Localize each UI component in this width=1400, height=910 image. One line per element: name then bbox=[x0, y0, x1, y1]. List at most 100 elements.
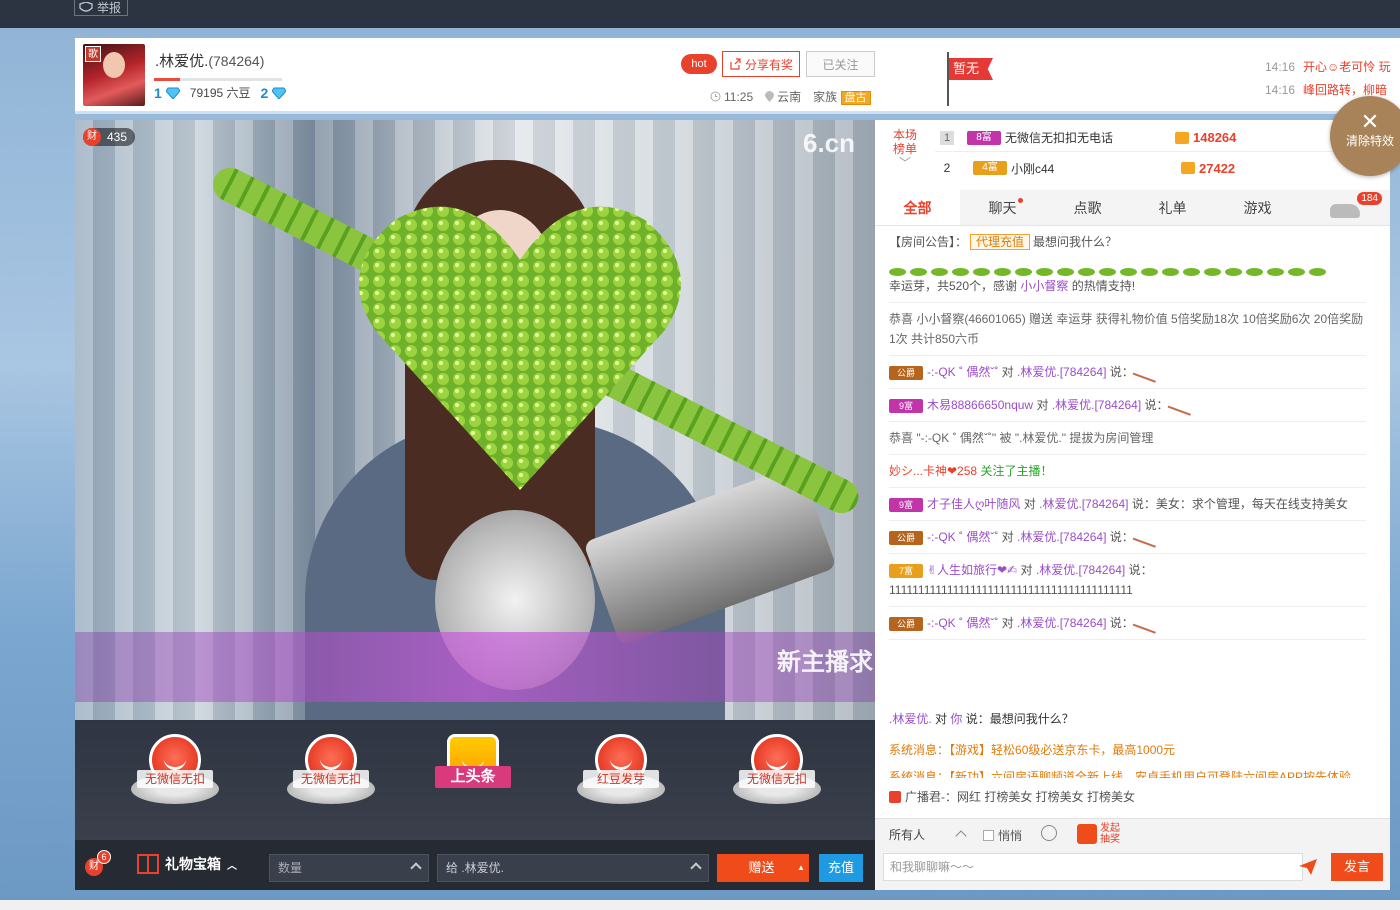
wealth-badge: 8富 bbox=[967, 130, 1001, 145]
chat-user[interactable]: 才子佳人ღ叶随风 bbox=[927, 497, 1020, 511]
rank-score: 148264 bbox=[1175, 130, 1236, 145]
gift-label: 无微信无扣 bbox=[137, 770, 213, 788]
chat-to: 对 bbox=[1036, 398, 1049, 412]
chat-user[interactable]: -:-QK ˚ 偶然ˇ˚ bbox=[927, 616, 998, 630]
family-label: 家族 bbox=[813, 90, 838, 104]
flag-pole bbox=[947, 52, 949, 106]
chat-target[interactable]: .林爱优.[784264] bbox=[1017, 616, 1106, 630]
chat-say: 说： bbox=[1109, 365, 1134, 379]
live-video[interactable]: 新主播求 6.cn 财 435 bbox=[75, 120, 875, 720]
gift-treasure-button[interactable]: 礼物宝箱 ︿ bbox=[137, 854, 237, 874]
clear-effects-button[interactable]: ✕ 清除特效 bbox=[1330, 96, 1400, 176]
chevron-up-icon[interactable] bbox=[955, 830, 967, 842]
system-prefix: 系统消息： bbox=[889, 770, 950, 778]
chat-user[interactable]: 木易88866650nquw bbox=[927, 398, 1033, 412]
chat-target[interactable]: .林爱优.[784264] bbox=[1017, 530, 1106, 544]
emoji-icon[interactable] bbox=[1041, 825, 1057, 841]
chat-target[interactable]: .林爱优.[784264] bbox=[1052, 398, 1141, 412]
chat-user[interactable]: .林爱优. bbox=[889, 712, 932, 726]
cai-label: 财 bbox=[89, 861, 99, 872]
chat-target[interactable]: .林爱优.[784264] bbox=[1039, 497, 1128, 511]
rank-number: 2 bbox=[943, 161, 951, 175]
cai-button[interactable]: 财 6 bbox=[85, 850, 111, 876]
gift-send-bar: 财 6 礼物宝箱 ︿ 数量 给 .林爱优. 赠送 ▲ 充值 bbox=[75, 840, 875, 890]
share-button[interactable]: 分享有奖 bbox=[722, 51, 800, 77]
news-item[interactable]: 14:16 开心☺老可怜 玩 bbox=[1265, 56, 1391, 79]
broadcast-bar[interactable]: 广播君-：网红 打榜美女 打榜美女 打榜美女 bbox=[889, 788, 1135, 805]
chat-to: 对 bbox=[1001, 616, 1014, 630]
chat-tabs: 全部 聊天 点歌 礼单 游戏 184 bbox=[875, 190, 1390, 226]
follow-button[interactable]: 已关注 bbox=[806, 51, 875, 77]
chat-user[interactable]: 妙シ...卡神❤258 bbox=[889, 464, 977, 478]
tab-cars[interactable]: 184 bbox=[1300, 190, 1390, 225]
system-text: 【新功】六间房语聊频道全新上线，安卓手机用户可登陆六间房APP按先体验 bbox=[949, 770, 1352, 778]
ranking-row[interactable]: 2 4富 小刚c44 27422 bbox=[935, 154, 1375, 182]
tab-chat[interactable]: 聊天 bbox=[960, 190, 1045, 225]
level-right: 2 bbox=[260, 84, 269, 101]
chat-user[interactable]: -:-QK ˚ 偶然ˇ˚ bbox=[927, 365, 998, 379]
clock-icon bbox=[710, 91, 721, 102]
system-message[interactable]: 系统消息：【游戏】轻松60级必送京东卡，最高1000元 bbox=[889, 735, 1366, 766]
private-label: 悄悄 bbox=[998, 829, 1023, 843]
chat-target-select[interactable]: 所有人 bbox=[889, 827, 925, 843]
wealth-badge: 4富 bbox=[973, 161, 1007, 175]
chat-message: 公爵 -:-QK ˚ 偶然ˇ˚ 对 .林爱优.[784264] 说： bbox=[889, 521, 1366, 554]
cai-count: 6 bbox=[97, 850, 111, 864]
host-name[interactable]: .林爱优.(784264) bbox=[155, 50, 264, 71]
recipient-select[interactable]: 给 .林爱优. bbox=[437, 854, 709, 882]
notice-tag[interactable]: 代理充值 bbox=[970, 234, 1031, 250]
system-text: 【游戏】轻松60级必送京东卡，最高1000元 bbox=[949, 743, 1176, 757]
room-notice: 【房间公告】： 代理充值 最想问我什么？ bbox=[889, 226, 1366, 258]
private-checkbox[interactable] bbox=[983, 830, 994, 841]
gift-item[interactable]: 无微信无扣 bbox=[125, 728, 225, 828]
rank-user: 无微信无扣扣无电话 bbox=[1005, 131, 1114, 145]
coin-icon bbox=[1175, 131, 1189, 144]
chat-message: 公爵 -:-QK ˚ 偶然ˇ˚ 对 .林爱优.[784264] 说： bbox=[889, 356, 1366, 389]
chat-target: 你 bbox=[950, 712, 963, 726]
gift-item-toutiao[interactable]: 上头条 bbox=[423, 728, 523, 828]
chat-input[interactable]: 和我聊聊嘛～～ bbox=[883, 853, 1303, 881]
hand-emoji-icon bbox=[1132, 528, 1160, 548]
ranking-row[interactable]: 1 8富 无微信无扣扣无电话 148264 bbox=[935, 124, 1375, 152]
family-info[interactable]: 家族 盘古 bbox=[813, 88, 871, 105]
hand-emoji-icon bbox=[1132, 614, 1160, 634]
gift-item[interactable]: 红豆发芽 bbox=[571, 728, 671, 828]
host-level-progress bbox=[154, 78, 282, 81]
send-plane-icon[interactable] bbox=[1299, 859, 1317, 875]
send-options-button[interactable]: ▲ bbox=[793, 854, 809, 882]
tab-gift-list[interactable]: 礼单 bbox=[1130, 190, 1215, 225]
chat-messages[interactable]: 【房间公告】： 代理充值 最想问我什么？ 幸运芽，共520个，感谢 小小督察 的热情… bbox=[875, 226, 1380, 696]
rank-score-value: 148264 bbox=[1193, 130, 1237, 145]
lottery-line-2: 抽奖 bbox=[1100, 834, 1120, 845]
lottery-button[interactable]: 发起 抽奖 bbox=[1077, 823, 1120, 845]
private-toggle[interactable]: 悄悄 bbox=[983, 827, 1022, 844]
chat-message: 9富 木易88866650nquw 对 .林爱优.[784264] 说： bbox=[889, 389, 1366, 422]
beans-text: 79195 六豆 bbox=[189, 86, 251, 100]
chevron-up-icon bbox=[410, 862, 422, 874]
chat-user[interactable]: -:-QK ˚ 偶然ˇ˚ bbox=[927, 530, 998, 544]
diamond-icon bbox=[272, 87, 287, 99]
chat-user[interactable]: 小小督察 bbox=[1020, 279, 1068, 293]
recharge-button[interactable]: 充值 bbox=[819, 854, 863, 882]
system-message[interactable]: 系统消息：【新功】六间房语聊频道全新上线，安卓手机用户可登陆六间房APP按先体验 bbox=[889, 766, 1366, 778]
gift-item[interactable]: 无微信无扣 bbox=[727, 728, 827, 828]
gift-item[interactable]: 无微信无扣 bbox=[281, 728, 381, 828]
lottery-line-1: 发起 bbox=[1100, 823, 1120, 834]
fans-badge[interactable]: 财 435 bbox=[83, 128, 136, 146]
ranking-toggle[interactable]: 本场 榜单 ﹀ bbox=[875, 120, 935, 180]
tab-games[interactable]: 游戏 bbox=[1215, 190, 1300, 225]
hand-emoji-icon bbox=[1167, 396, 1194, 416]
tab-all[interactable]: 全部 bbox=[875, 190, 960, 225]
chat-target[interactable]: .林爱优.[784264] bbox=[1036, 563, 1125, 577]
chat-user[interactable]: ✌人生如旅行❤✍ bbox=[927, 563, 1017, 577]
hot-badge: hot bbox=[681, 54, 717, 74]
tab-song[interactable]: 点歌 bbox=[1045, 190, 1130, 225]
chat-target[interactable]: .林爱优.[784264] bbox=[1017, 365, 1106, 379]
host-avatar[interactable]: 歌 bbox=[83, 44, 145, 106]
report-button[interactable]: 举报 bbox=[74, 0, 129, 16]
rank-user: 小刚c44 bbox=[1011, 161, 1055, 176]
gift-label: 无微信无扣 bbox=[293, 770, 369, 788]
gift-box-icon bbox=[137, 854, 159, 874]
speak-button[interactable]: 发言 bbox=[1331, 853, 1383, 881]
quantity-select[interactable]: 数量 bbox=[269, 854, 429, 882]
